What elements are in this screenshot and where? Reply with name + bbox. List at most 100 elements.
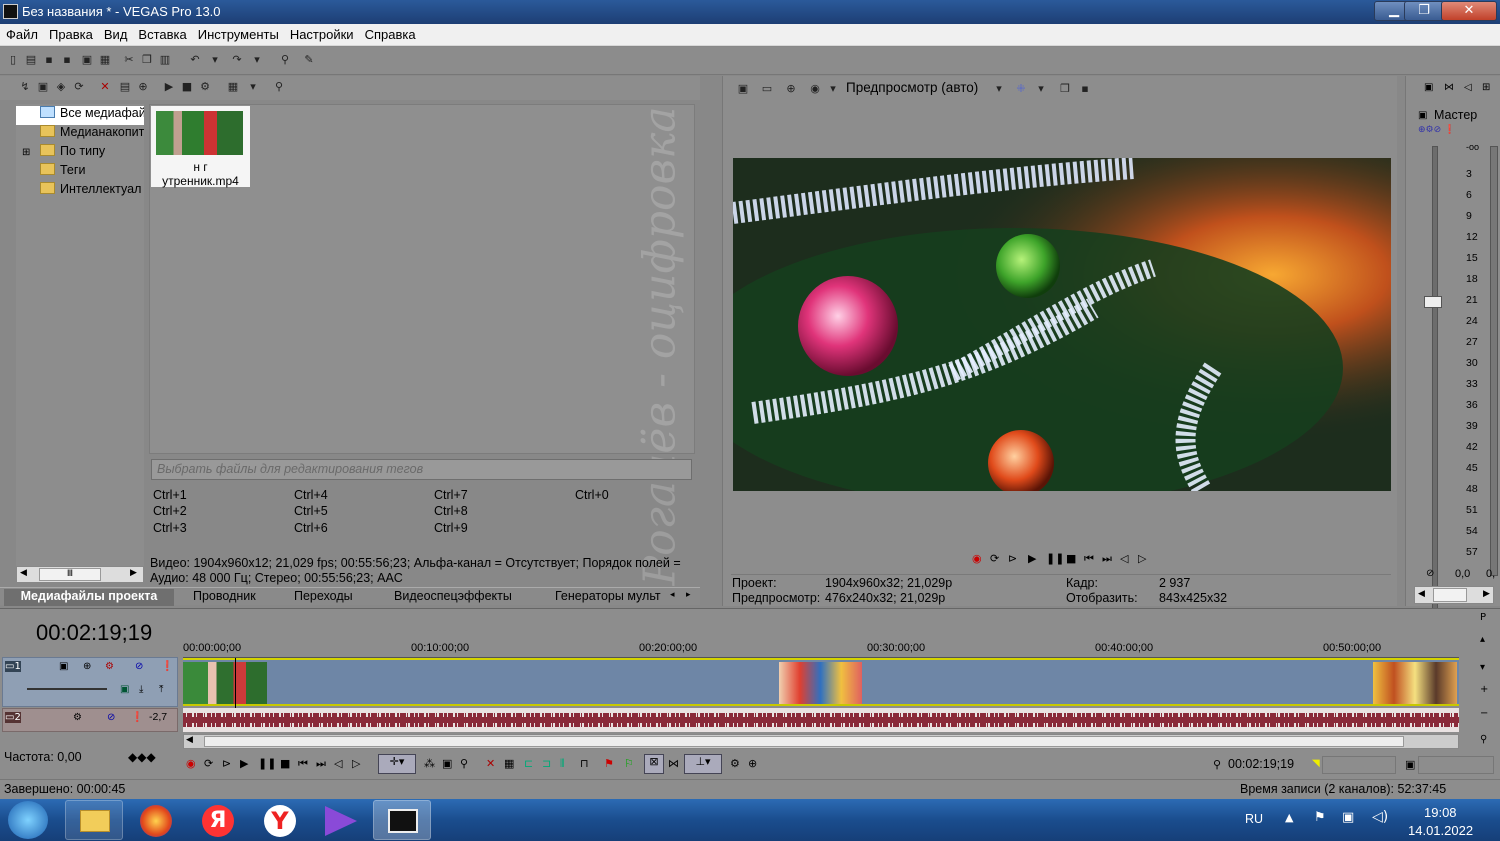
shortcut[interactable]: Ctrl+4 — [294, 488, 328, 502]
video-track-header[interactable]: ▭1 ▣ ⊕ ⚙ ⊘ ❗ ▣ ⤓ ⤒ — [2, 657, 178, 707]
tab-explorer[interactable]: Проводник — [193, 589, 256, 606]
quality-dropdown-icon[interactable]: ▾ — [992, 82, 1006, 96]
lock-icon[interactable]: ⊘ — [1426, 568, 1434, 579]
ripple-edit-icon[interactable]: ⊥▾ — [684, 754, 722, 774]
mixer-solo-icon[interactable]: ⊞ — [1482, 82, 1490, 93]
track-motion-icon[interactable]: ▣ — [59, 661, 68, 672]
timeline-horizontal-scrollbar[interactable]: ◀ — [183, 734, 1459, 749]
copy-snapshot-icon[interactable]: ❐ — [1058, 82, 1072, 96]
previous-frame-icon[interactable]: ◁ — [334, 757, 342, 770]
pause-icon[interactable]: ❚❚ — [1046, 552, 1064, 565]
scroll-up-icon[interactable]: ▴ — [1480, 634, 1485, 645]
go-to-start-icon[interactable]: ⏮ — [1084, 552, 1094, 566]
tab-transitions[interactable]: Переходы — [294, 589, 353, 606]
action-center-flag-icon[interactable]: ⚑ — [1314, 810, 1326, 825]
timeline-timecode[interactable]: 00:02:19;19 — [36, 620, 152, 646]
save-as-icon[interactable]: ▪ — [60, 53, 74, 67]
overlays-icon[interactable]: ⁜ — [1014, 82, 1028, 96]
media-thumbnail[interactable]: н г утренник.mp4 — [151, 106, 250, 188]
master-fx-icon[interactable]: ⊕⚙⊘ ❗ — [1418, 125, 1455, 135]
menu-help[interactable]: Справка — [359, 24, 421, 46]
volume-icon[interactable]: ◁) — [1372, 809, 1388, 825]
audio-solo-icon[interactable]: ❗ — [131, 712, 143, 723]
import-media-icon[interactable]: ↯ — [18, 80, 32, 94]
compositing-icon[interactable]: ▣ — [120, 684, 129, 695]
make-compositing-child-icon[interactable]: ⤓ — [139, 684, 143, 695]
play-icon[interactable]: ▶ — [240, 757, 248, 770]
undo-dropdown-icon[interactable]: ▾ — [208, 53, 222, 67]
track-mute-icon[interactable]: ⊘ — [135, 661, 143, 672]
redo-dropdown-icon[interactable]: ▾ — [250, 53, 264, 67]
paste-icon[interactable]: ▥ — [158, 53, 172, 67]
record-icon[interactable]: ◉ — [972, 552, 982, 565]
scroll-down-icon[interactable]: ▾ — [1480, 662, 1485, 673]
audio-track-header[interactable]: ▭2 ⚙ ⊘ ❗ -2,7 — [2, 708, 178, 732]
tree-item-bins[interactable]: Медианакопит — [16, 125, 144, 144]
enable-snapping-icon[interactable]: ⚲ — [278, 53, 292, 67]
tab-media-generators[interactable]: Генераторы мульт — [555, 589, 665, 606]
loop-icon[interactable]: ⟳ — [204, 757, 213, 770]
rate-slider-icon[interactable]: ◆◆◆ — [128, 750, 156, 764]
taskbar-media-player-icon[interactable] — [313, 800, 371, 840]
cursor-position[interactable]: 00:02:19;19 — [1228, 757, 1294, 771]
auto-preview-icon[interactable]: ⚙ — [198, 80, 212, 94]
maximize-button[interactable]: ❐ — [1404, 1, 1444, 21]
trim-end-icon[interactable]: ⊐ — [542, 757, 551, 770]
audio-track[interactable] — [183, 708, 1459, 732]
refresh-icon[interactable]: ⟳ — [72, 80, 86, 94]
play-icon[interactable]: ▶ — [162, 80, 176, 94]
tabs-scroll-right-icon[interactable]: ▸ — [686, 590, 691, 600]
lock-envelopes-icon[interactable]: ⚙ — [730, 757, 740, 770]
taskbar-vegas-icon[interactable] — [373, 800, 431, 840]
mixer-scrollbar[interactable]: ◀ ▶ — [1414, 586, 1494, 604]
split-screen-dropdown-icon[interactable]: ▾ — [826, 82, 840, 96]
copy-icon[interactable]: ❐ — [140, 53, 154, 67]
master-fader-handle[interactable] — [1424, 296, 1442, 308]
make-compositing-parent-icon[interactable]: ⤒ — [159, 684, 163, 695]
preview-quality[interactable]: Предпросмотр (авто) — [846, 80, 978, 95]
show-hidden-icons-icon[interactable]: ▲ — [1285, 811, 1293, 824]
pause-icon[interactable]: ❚❚ — [258, 757, 276, 770]
tab-video-fx[interactable]: Видеоспецэффекты — [394, 589, 512, 606]
go-to-start-icon[interactable]: ⏮ — [298, 757, 308, 771]
next-frame-icon[interactable]: ▷ — [1138, 552, 1146, 565]
media-properties-icon[interactable]: ▤ — [118, 80, 132, 94]
scroll-left-icon[interactable]: ◀ — [186, 735, 193, 745]
track-fx-icon[interactable]: ⊕ — [83, 661, 91, 672]
mixer-properties-icon[interactable]: ▣ — [1424, 82, 1433, 93]
play-from-start-icon[interactable]: ⊳ — [222, 757, 231, 770]
trim-icon[interactable]: ▦ — [504, 757, 514, 770]
tag-edit-input[interactable]: Выбрать файлы для редактирования тегов — [151, 459, 692, 480]
open-folder-icon[interactable]: ▤ — [24, 53, 38, 67]
redo-icon[interactable]: ↷ — [230, 53, 244, 67]
overlays-dropdown-icon[interactable]: ▾ — [1034, 82, 1048, 96]
delete-icon[interactable]: ✕ — [486, 757, 495, 770]
close-button[interactable]: ✕ — [1441, 1, 1497, 21]
tree-item-smart-bins[interactable]: Интеллектуал — [16, 182, 144, 201]
timeline-ruler[interactable] — [183, 640, 1459, 658]
shortcut[interactable]: Ctrl+3 — [153, 521, 187, 535]
zoom-tool-icon[interactable]: ⚲ — [1480, 734, 1487, 745]
wand-icon[interactable]: ✎ — [302, 53, 316, 67]
tree-item-by-type[interactable]: ⊞ По типу — [16, 144, 144, 163]
insert-marker-icon[interactable]: ⚑ — [604, 757, 614, 770]
network-icon[interactable]: ▣ — [1342, 810, 1354, 825]
mixer-fx-icon[interactable]: ⋈ — [1444, 82, 1454, 93]
previous-frame-icon[interactable]: ◁ — [1120, 552, 1128, 565]
tree-horizontal-scrollbar[interactable]: ◀ Ⅲ ▶ — [16, 566, 144, 583]
clock-time[interactable]: 19:08 — [1424, 805, 1457, 820]
zoom-out-icon[interactable]: − — [1480, 708, 1488, 719]
loop-icon[interactable]: ⟳ — [990, 552, 999, 565]
normal-edit-tool-icon[interactable]: ✛▾ — [378, 754, 416, 774]
selection-end-field[interactable] — [1418, 756, 1494, 774]
mixer-scroll-thumb[interactable] — [1433, 588, 1467, 602]
taskbar-yandex-icon[interactable]: Я — [189, 800, 247, 840]
mixer-scroll-right-icon[interactable]: ▶ — [1483, 589, 1490, 599]
start-button[interactable] — [8, 801, 48, 839]
get-media-icon[interactable]: ◈ — [54, 80, 68, 94]
mixer-mute-icon[interactable]: ◁ — [1464, 82, 1472, 93]
track-settings-icon[interactable]: ⚙ — [105, 661, 114, 672]
tab-project-media[interactable]: Медиафайлы проекта — [4, 589, 174, 606]
selection-tool-icon[interactable]: ▣ — [442, 757, 452, 770]
taskbar-yandex-browser-icon[interactable]: Y — [251, 800, 309, 840]
